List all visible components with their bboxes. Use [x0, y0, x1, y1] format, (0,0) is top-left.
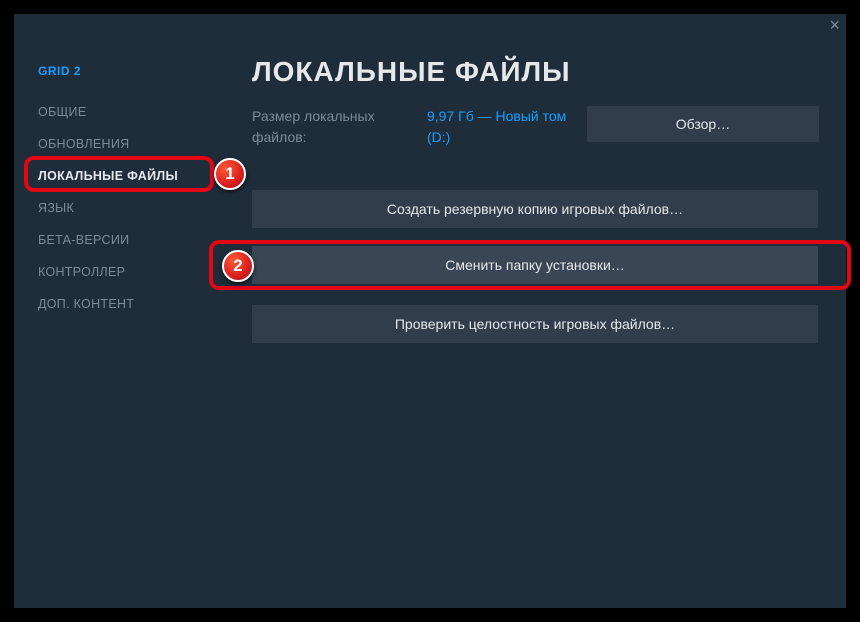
sidebar-item-dlc[interactable]: ДОП. КОНТЕНТ	[14, 288, 219, 320]
page-title: ЛОКАЛЬНЫЕ ФАЙЛЫ	[252, 56, 826, 88]
sidebar-item-updates[interactable]: ОБНОВЛЕНИЯ	[14, 128, 219, 160]
close-icon[interactable]: ×	[829, 16, 840, 34]
browse-button[interactable]: Обзор…	[587, 106, 819, 142]
size-label: Размер локальных файлов:	[252, 106, 427, 148]
content-pane: ЛОКАЛЬНЫЕ ФАЙЛЫ Размер локальных файлов:…	[252, 56, 826, 361]
sidebar: GRID 2 ОБЩИЕ ОБНОВЛЕНИЯ ЛОКАЛЬНЫЕ ФАЙЛЫ …	[14, 52, 219, 320]
sidebar-item-language[interactable]: ЯЗЫК	[14, 192, 219, 224]
size-value: 9,97 Гб — Новый том (D:)	[427, 106, 587, 148]
backup-button[interactable]: Создать резервную копию игровых файлов…	[252, 190, 818, 228]
properties-window: × GRID 2 ОБЩИЕ ОБНОВЛЕНИЯ ЛОКАЛЬНЫЕ ФАЙЛ…	[14, 14, 846, 608]
annotation-badge-2: 2	[222, 250, 254, 282]
move-install-folder-button[interactable]: Сменить папку установки…	[252, 246, 818, 284]
annotation-badge-1: 1	[214, 158, 246, 190]
sidebar-item-betas[interactable]: БЕТА-ВЕРСИИ	[14, 224, 219, 256]
sidebar-item-controller[interactable]: КОНТРОЛЛЕР	[14, 256, 219, 288]
verify-files-button[interactable]: Проверить целостность игровых файлов…	[252, 305, 818, 343]
game-title: GRID 2	[14, 52, 219, 96]
sidebar-item-general[interactable]: ОБЩИЕ	[14, 96, 219, 128]
sidebar-item-local-files[interactable]: ЛОКАЛЬНЫЕ ФАЙЛЫ	[14, 160, 219, 192]
size-info-row: Размер локальных файлов: 9,97 Гб — Новый…	[252, 106, 826, 148]
